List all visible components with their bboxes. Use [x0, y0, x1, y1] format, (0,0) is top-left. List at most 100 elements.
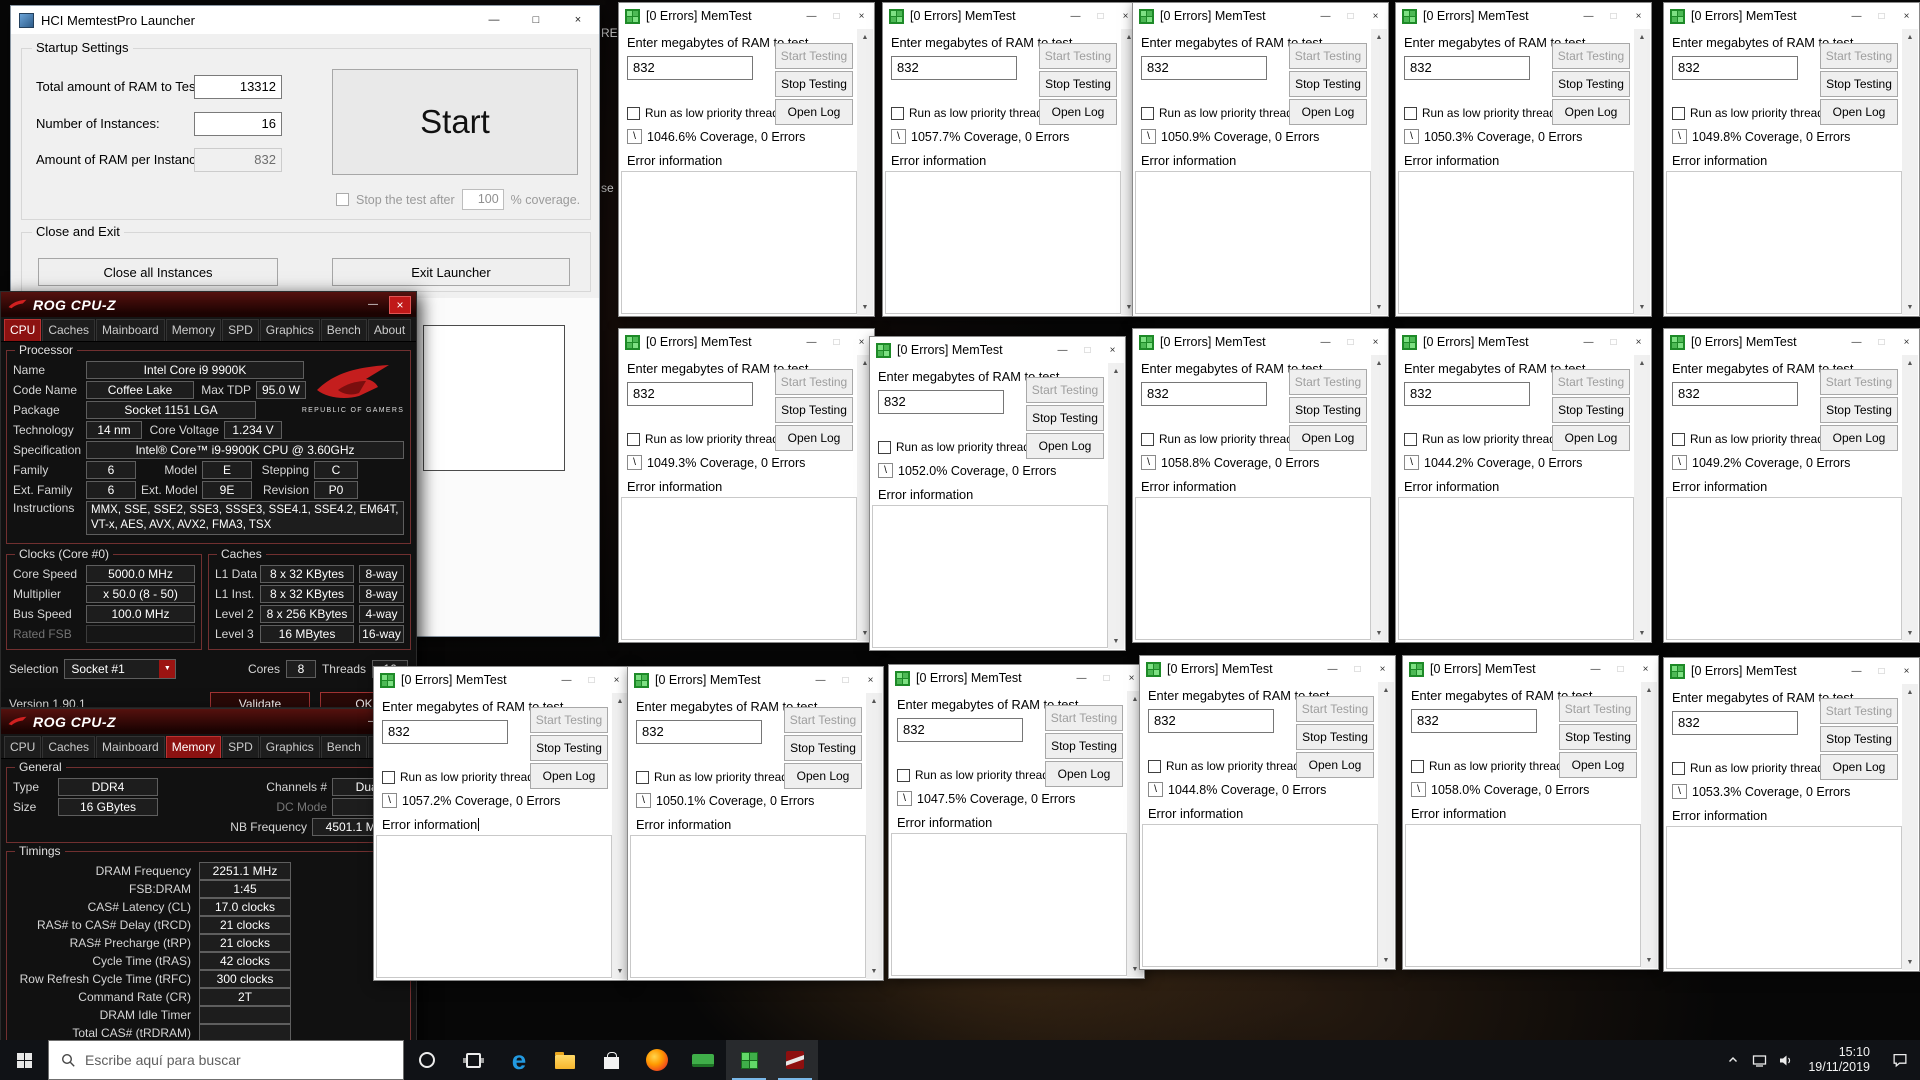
ram-amount-input[interactable]: 832: [1411, 709, 1537, 733]
instances-input[interactable]: 16: [194, 112, 282, 136]
error-information-area[interactable]: [1666, 171, 1902, 314]
memtest-titlebar[interactable]: [0 Errors] MemTest — □ ×: [883, 3, 1138, 29]
cpuz-tab-spd[interactable]: SPD: [222, 319, 259, 341]
ram-amount-input[interactable]: 832: [1148, 709, 1274, 733]
open-log-button[interactable]: Open Log: [784, 763, 862, 789]
open-log-button[interactable]: Open Log: [530, 763, 608, 789]
low-priority-checkbox[interactable]: [1672, 107, 1685, 120]
taskbar-cpuz-button[interactable]: [772, 1040, 818, 1080]
close-button[interactable]: ×: [1894, 329, 1919, 355]
error-information-area[interactable]: [630, 835, 866, 978]
low-priority-checkbox[interactable]: [1404, 433, 1417, 446]
error-information-area[interactable]: [1135, 171, 1371, 314]
error-information-area[interactable]: [1405, 824, 1641, 967]
cpuz-tab-spd[interactable]: SPD: [222, 736, 259, 758]
action-center-button[interactable]: [1880, 1040, 1920, 1080]
maximize-button[interactable]: □: [579, 667, 604, 693]
minimize-button[interactable]: —: [362, 296, 384, 314]
cpuz-tab-about[interactable]: About: [367, 319, 412, 341]
stop-testing-button[interactable]: Stop Testing: [1039, 71, 1117, 97]
open-log-button[interactable]: Open Log: [1820, 99, 1898, 125]
memtest-titlebar[interactable]: [0 Errors] MemTest — □ ×: [1140, 656, 1395, 682]
start-testing-button[interactable]: Start Testing: [1289, 369, 1367, 395]
close-button[interactable]: ×: [557, 6, 599, 34]
open-log-button[interactable]: Open Log: [1559, 752, 1637, 778]
memtest-titlebar[interactable]: [0 Errors] MemTest — □ ×: [870, 337, 1125, 363]
stop-testing-button[interactable]: Stop Testing: [1820, 726, 1898, 752]
close-button[interactable]: ×: [1370, 656, 1395, 682]
scroll-up-icon[interactable]: ▲: [1371, 355, 1387, 371]
maximize-button[interactable]: □: [1345, 656, 1370, 682]
taskbar-launcher-button[interactable]: [680, 1040, 726, 1080]
close-button[interactable]: ×: [389, 295, 411, 314]
scroll-up-icon[interactable]: ▲: [612, 693, 628, 709]
ram-amount-input[interactable]: 832: [627, 382, 753, 406]
open-log-button[interactable]: Open Log: [1552, 99, 1630, 125]
stop-testing-button[interactable]: Stop Testing: [775, 397, 853, 423]
close-button[interactable]: ×: [1363, 3, 1388, 29]
scroll-down-icon[interactable]: ▼: [612, 963, 628, 979]
scrollbar[interactable]: ▲ ▼: [1902, 29, 1918, 315]
error-information-area[interactable]: [621, 171, 857, 314]
launcher-titlebar[interactable]: HCI MemtestPro Launcher — □ ×: [11, 6, 599, 34]
maximize-button[interactable]: □: [1338, 3, 1363, 29]
memtest-titlebar[interactable]: [0 Errors] MemTest — □ ×: [1403, 656, 1658, 682]
error-information-area[interactable]: [885, 171, 1121, 314]
scroll-down-icon[interactable]: ▼: [1108, 633, 1124, 649]
scrollbar[interactable]: ▲ ▼: [1378, 682, 1394, 968]
taskbar-file-explorer-button[interactable]: [542, 1040, 588, 1080]
start-testing-button[interactable]: Start Testing: [530, 707, 608, 733]
ram-amount-input[interactable]: 832: [382, 720, 508, 744]
cpuz-memory-titlebar[interactable]: ROG CPU-Z — ×: [1, 709, 416, 734]
ram-amount-input[interactable]: 832: [1672, 711, 1798, 735]
open-log-button[interactable]: Open Log: [1820, 425, 1898, 451]
minimize-button[interactable]: —: [1844, 329, 1869, 355]
memtest-titlebar[interactable]: [0 Errors] MemTest — □ ×: [1396, 329, 1651, 355]
scroll-down-icon[interactable]: ▼: [1634, 299, 1650, 315]
cpuz-tab-bench[interactable]: Bench: [320, 736, 367, 758]
error-information-area[interactable]: [891, 833, 1127, 976]
scrollbar[interactable]: ▲ ▼: [1641, 682, 1657, 968]
close-button[interactable]: ×: [604, 667, 629, 693]
ram-amount-input[interactable]: 832: [1404, 382, 1530, 406]
open-log-button[interactable]: Open Log: [1289, 99, 1367, 125]
scroll-up-icon[interactable]: ▲: [1902, 684, 1918, 700]
cpuz-tab-mainboard[interactable]: Mainboard: [96, 319, 165, 341]
low-priority-checkbox[interactable]: [1141, 433, 1154, 446]
ram-amount-input[interactable]: 832: [897, 718, 1023, 742]
low-priority-checkbox[interactable]: [1672, 433, 1685, 446]
stop-testing-button[interactable]: Stop Testing: [775, 71, 853, 97]
low-priority-checkbox[interactable]: [636, 771, 649, 784]
low-priority-checkbox[interactable]: [878, 441, 891, 454]
ram-total-input[interactable]: 13312: [194, 75, 282, 99]
cpuz-tab-bench[interactable]: Bench: [320, 319, 367, 341]
volume-tray-button[interactable]: [1772, 1040, 1798, 1080]
scroll-down-icon[interactable]: ▼: [1902, 625, 1918, 641]
scrollbar[interactable]: ▲ ▼: [857, 29, 873, 315]
low-priority-checkbox[interactable]: [897, 769, 910, 782]
ram-amount-input[interactable]: 832: [636, 720, 762, 744]
cpuz-tab-memory[interactable]: Memory: [165, 319, 222, 341]
start-testing-button[interactable]: Start Testing: [1296, 696, 1374, 722]
open-log-button[interactable]: Open Log: [775, 99, 853, 125]
start-button[interactable]: [0, 1040, 48, 1080]
low-priority-checkbox[interactable]: [891, 107, 904, 120]
scroll-up-icon[interactable]: ▲: [1634, 355, 1650, 371]
scroll-up-icon[interactable]: ▲: [1634, 29, 1650, 45]
start-testing-button[interactable]: Start Testing: [784, 707, 862, 733]
ram-amount-input[interactable]: 832: [1672, 382, 1798, 406]
scroll-up-icon[interactable]: ▲: [1108, 363, 1124, 379]
taskbar-edge-button[interactable]: e: [496, 1040, 542, 1080]
scrollbar[interactable]: ▲ ▼: [1634, 29, 1650, 315]
scrollbar[interactable]: ▲ ▼: [1902, 355, 1918, 641]
memtest-titlebar[interactable]: [0 Errors] MemTest — □ ×: [628, 667, 883, 693]
task-view-button[interactable]: [450, 1040, 496, 1080]
memtest-titlebar[interactable]: [0 Errors] MemTest — □ ×: [1133, 3, 1388, 29]
minimize-button[interactable]: —: [1583, 656, 1608, 682]
maximize-button[interactable]: □: [1075, 337, 1100, 363]
start-testing-button[interactable]: Start Testing: [1289, 43, 1367, 69]
close-button[interactable]: ×: [1100, 337, 1125, 363]
error-information-area[interactable]: [621, 497, 857, 640]
error-information-area[interactable]: [1666, 497, 1902, 640]
taskbar-search-box[interactable]: Escribe aquí para buscar: [48, 1040, 404, 1080]
